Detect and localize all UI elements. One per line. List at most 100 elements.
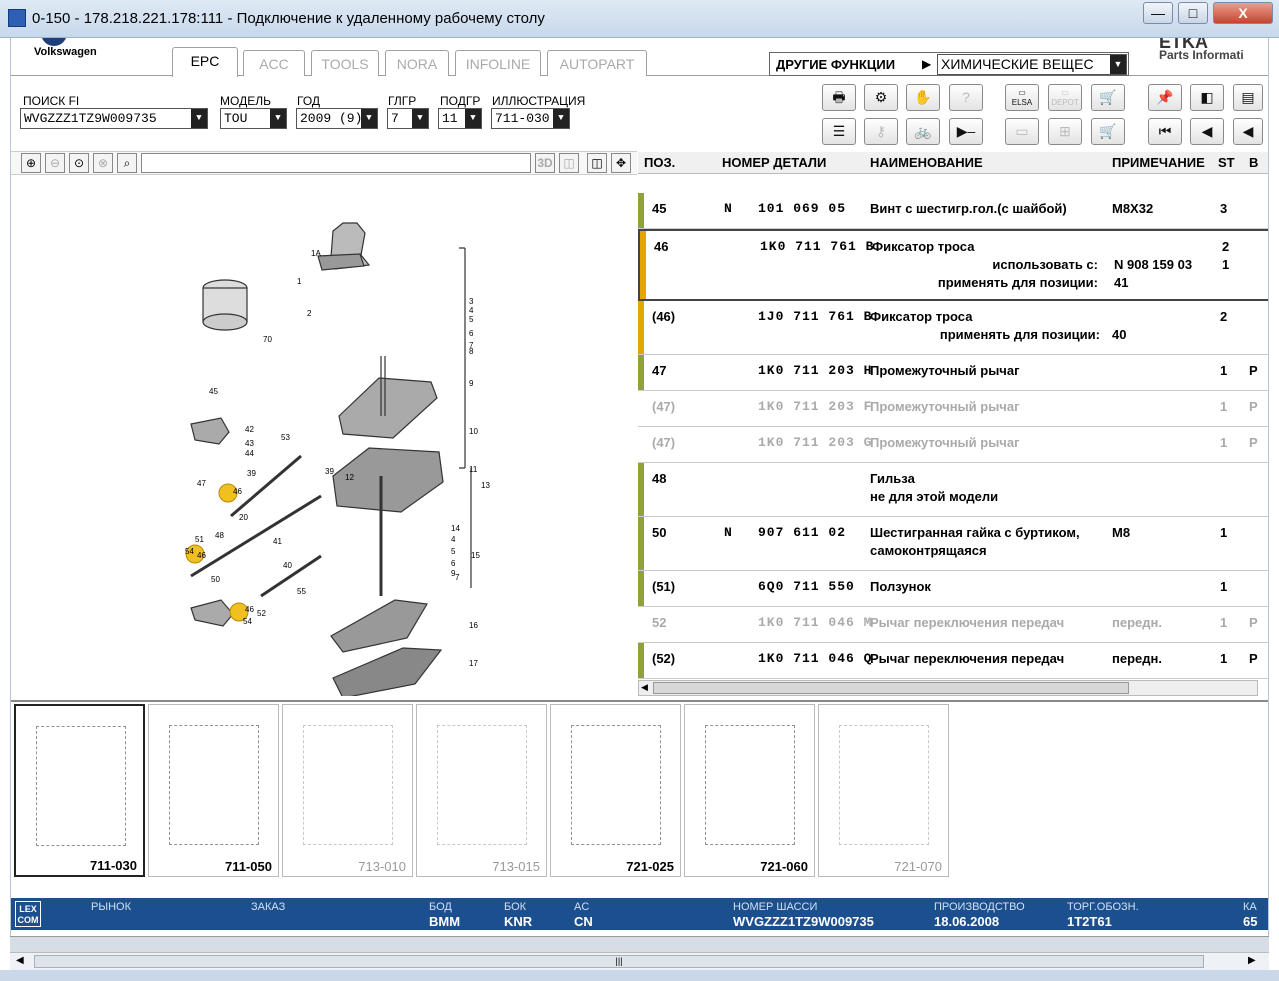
chevron-down-icon[interactable]: ▼ bbox=[270, 109, 286, 128]
next-icon[interactable]: ◀ bbox=[1233, 118, 1263, 145]
col-note[interactable]: ПРИМЕЧАНИЕ bbox=[1112, 155, 1205, 170]
scroll-thumb[interactable] bbox=[653, 682, 1129, 694]
row-b: P bbox=[1249, 435, 1258, 450]
filter-illustration-select[interactable]: 711-030 ▼ bbox=[491, 108, 570, 129]
row-part-number: 1K0 711 046 M bbox=[758, 615, 873, 630]
parts-icon[interactable]: ⚙ bbox=[864, 84, 898, 111]
other-functions-select[interactable]: ХИМИЧЕСКИЕ ВЕЩЕС ▼ bbox=[937, 54, 1127, 75]
chevron-down-icon[interactable]: ▼ bbox=[191, 109, 207, 128]
col-name[interactable]: НАИМЕНОВАНИЕ bbox=[870, 155, 983, 170]
row-part-number: 1K0 711 761 B bbox=[760, 239, 875, 254]
chevron-down-icon[interactable]: ▼ bbox=[361, 109, 377, 128]
table-row[interactable]: 47 1K0 711 203 H Промежуточный рычаг 1 P bbox=[638, 355, 1268, 391]
thumbnail-image bbox=[571, 725, 661, 845]
filter-glgr-select[interactable]: 7 ▼ bbox=[387, 108, 429, 129]
illustration-thumbnail[interactable]: 721-070 bbox=[818, 704, 949, 877]
pc-icon[interactable]: ▭ bbox=[1005, 118, 1039, 145]
tree-icon[interactable]: ⊞ bbox=[1048, 118, 1082, 145]
table-row[interactable]: 45 N 101 069 05 Винт с шестигр.гол.(с шайбо… bbox=[638, 193, 1268, 229]
filter-year-select[interactable]: 2009 (9) ▼ bbox=[296, 108, 378, 129]
filter-label-illustration: ИЛЛЮСТРАЦИЯ bbox=[492, 94, 586, 108]
table-row[interactable]: (46) 1J0 711 761 B Фиксатор троса 2 применят… bbox=[638, 301, 1268, 355]
illustration-thumbnail[interactable]: 713-010 bbox=[282, 704, 413, 877]
other-functions[interactable]: ДРУГИЕ ФУНКЦИИ ▶ ХИМИЧЕСКИЕ ВЕЩЕС ▼ bbox=[769, 52, 1129, 76]
scroll-left-icon[interactable]: ◀ bbox=[16, 955, 24, 966]
col-pos[interactable]: ПОЗ. bbox=[644, 155, 675, 170]
row-pos: (52) bbox=[652, 651, 676, 666]
cart-arrow-icon[interactable]: 🛒 bbox=[1091, 84, 1125, 111]
maximize-button[interactable]: □ bbox=[1178, 2, 1208, 24]
zoom-out-icon[interactable]: ⊖ bbox=[45, 153, 65, 173]
help-icon[interactable]: ? bbox=[949, 84, 983, 111]
bicycle-icon[interactable]: 🚲 bbox=[906, 118, 940, 145]
tab-infoline[interactable]: INFOLINE bbox=[455, 50, 541, 76]
chevron-down-icon[interactable]: ▼ bbox=[465, 109, 481, 128]
table-hscroll[interactable]: ◀ bbox=[638, 680, 1258, 696]
thumbnail-caption: 713-010 bbox=[358, 859, 406, 874]
table-row[interactable]: (47) 1K0 711 203 G Промежуточный рычаг 1 P bbox=[638, 427, 1268, 463]
parts-table-body: 45 N 101 069 05 Винт с шестигр.гол.(с шайбо… bbox=[11, 175, 1268, 685]
table-row[interactable]: 50 N 907 611 02 Шестигранная гайка с буртик… bbox=[638, 517, 1268, 571]
col-part[interactable]: НОМЕР ДЕТАЛИ bbox=[722, 155, 826, 170]
view-3d-button[interactable]: 3D bbox=[535, 153, 555, 173]
row-pos: (47) bbox=[652, 435, 676, 450]
tab-autopart[interactable]: AUTOPART bbox=[547, 50, 647, 76]
search-icon[interactable]: ⌕ bbox=[117, 153, 137, 173]
minimize-button[interactable]: — bbox=[1143, 2, 1173, 24]
tab-nora[interactable]: NORA bbox=[385, 50, 449, 76]
illustration-thumbnail[interactable]: 721-060 bbox=[684, 704, 815, 877]
table-row[interactable]: (52) 1K0 711 046 Q Рычаг переключения пере… bbox=[638, 643, 1268, 679]
list-icon[interactable]: ☰ bbox=[822, 118, 856, 145]
chevron-down-icon[interactable]: ▼ bbox=[553, 109, 569, 128]
tab-acc[interactable]: ACC bbox=[243, 50, 305, 76]
split-view-icon[interactable]: ◫ bbox=[587, 153, 607, 173]
illustration-thumbnail[interactable]: 713-015 bbox=[416, 704, 547, 877]
illustration-thumbnail[interactable]: 721-025 bbox=[550, 704, 681, 877]
first-icon[interactable]: ⏮ bbox=[1148, 118, 1182, 145]
table-row[interactable]: (47) 1K0 711 203 F Промежуточный рычаг 1 P bbox=[638, 391, 1268, 427]
col-st[interactable]: ST bbox=[1218, 155, 1235, 170]
table-row[interactable]: 46 1K0 711 761 B Фиксатор троса 2 использова… bbox=[638, 229, 1268, 301]
table-row[interactable]: (51) 6Q0 711 550 Ползунок 1 bbox=[638, 571, 1268, 607]
table-row[interactable]: 48 Гильза не для этой модели bbox=[638, 463, 1268, 517]
handshake-icon[interactable]: ✋ bbox=[906, 84, 940, 111]
tab-epc[interactable]: EPC bbox=[172, 47, 238, 77]
scroll-left-icon[interactable]: ◀ bbox=[641, 682, 648, 693]
close-button[interactable]: X bbox=[1213, 2, 1273, 24]
row-sub-label: применять для позиции: bbox=[939, 327, 1100, 342]
row-part-number: 1K0 711 046 Q bbox=[758, 651, 873, 666]
status-value: KNR bbox=[504, 914, 533, 929]
scroll-thumb[interactable]: ||| bbox=[34, 955, 1204, 968]
chevron-down-icon[interactable]: ▼ bbox=[1110, 55, 1126, 74]
chevron-down-icon[interactable]: ▼ bbox=[412, 109, 428, 128]
status-key: ТОРГ.ОБОЗН. bbox=[1067, 901, 1139, 913]
filter-label-model: МОДЕЛЬ bbox=[220, 94, 271, 108]
zoom-fit-icon[interactable]: ⊙ bbox=[69, 153, 89, 173]
prev-icon[interactable]: ◀ bbox=[1190, 118, 1224, 145]
tab-tools[interactable]: TOOLS bbox=[311, 50, 379, 76]
filter-model-select[interactable]: TOU ▼ bbox=[220, 108, 287, 129]
depot-icon[interactable]: ▭ DEPOT bbox=[1048, 84, 1082, 111]
cart-icon[interactable]: 🛒 bbox=[1091, 118, 1125, 145]
print-icon[interactable]: 🖶 bbox=[822, 84, 856, 111]
illustration-thumbnail[interactable]: 711-050 bbox=[148, 704, 279, 877]
zoom-in-icon[interactable]: ⊕ bbox=[21, 153, 41, 173]
scroll-right-icon[interactable]: ▶ bbox=[1248, 955, 1256, 966]
illustration-thumbnail[interactable]: 711-030 bbox=[14, 704, 145, 877]
play-icon[interactable]: ▶– bbox=[949, 118, 983, 145]
filter-podgr-select[interactable]: 11 ▼ bbox=[438, 108, 482, 129]
resize-icon[interactable]: ✥ bbox=[611, 153, 631, 173]
pin-icon[interactable]: 📌 bbox=[1148, 84, 1182, 111]
doc-back-icon[interactable]: ◧ bbox=[1190, 84, 1224, 111]
doc-icon[interactable]: ▤ bbox=[1233, 84, 1263, 111]
filter-fi-select[interactable]: WVGZZZ1TZ9W009735 ▼ bbox=[20, 108, 208, 129]
col-b[interactable]: В bbox=[1249, 155, 1258, 170]
etka-app: Volkswagen ETKA Parts Informati EPC ACC … bbox=[10, 38, 1269, 938]
table-row[interactable]: 52 1K0 711 046 M Рычаг переключения переда… bbox=[638, 607, 1268, 643]
key-icon[interactable]: ⚷ bbox=[864, 118, 898, 145]
search-input[interactable] bbox=[141, 153, 531, 173]
hotspot-icon[interactable]: ◫ bbox=[559, 153, 579, 173]
window-hscroll[interactable]: ◀ ||| ▶ bbox=[10, 952, 1269, 970]
zoom-reset-icon[interactable]: ⊗ bbox=[93, 153, 113, 173]
elsa-icon[interactable]: ▭ ELSA bbox=[1005, 84, 1039, 111]
